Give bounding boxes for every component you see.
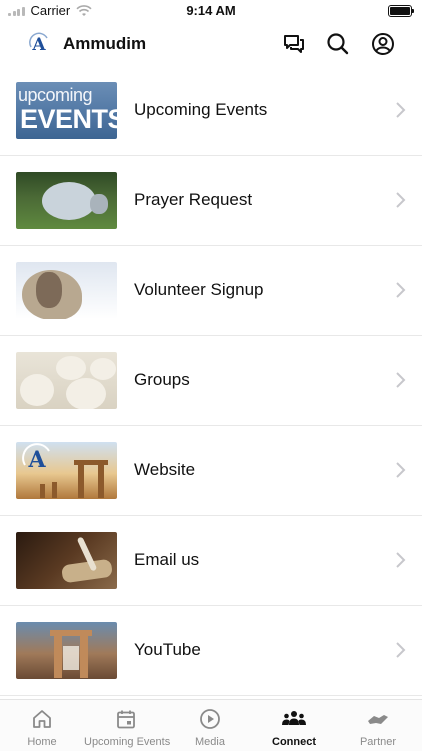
chevron-right-icon <box>396 372 406 388</box>
upcoming-events-thumbnail: upcoming EVENTS <box>16 82 117 139</box>
tab-upcoming-events[interactable]: Upcoming Events <box>84 700 171 751</box>
tab-label: Home <box>27 736 57 748</box>
chevron-right-icon <box>396 552 406 568</box>
logo-letter: A <box>31 35 46 54</box>
list-item-prayer-request[interactable]: Prayer Request <box>0 156 422 246</box>
list-item-website[interactable]: A Website <box>0 426 422 516</box>
list-item-label: Groups <box>134 370 190 389</box>
list-item-label: Email us <box>134 550 200 569</box>
tab-media[interactable]: Media <box>168 700 252 751</box>
thumbnail-text-top: upcoming <box>18 85 93 105</box>
website-logo-letter: A <box>27 447 46 473</box>
battery-icon <box>388 5 414 17</box>
status-bar: Carrier 9:14 AM <box>0 0 422 22</box>
list-item-upcoming-events[interactable]: upcoming EVENTS Upcoming Events <box>0 66 422 156</box>
ammudim-logo: A <box>29 32 48 54</box>
tab-connect[interactable]: Connect <box>252 700 336 751</box>
app-header: A Ammudim <box>0 22 422 66</box>
list-item-label: Upcoming Events <box>134 100 268 119</box>
chevron-right-icon <box>396 462 406 478</box>
list-item-label: Prayer Request <box>134 190 253 209</box>
list-item-label: YouTube <box>134 640 201 659</box>
thumbnail-text-bottom: EVENTS <box>20 104 117 134</box>
app-title: Ammudim <box>63 34 147 53</box>
list-item-email-us[interactable]: Email us <box>0 516 422 606</box>
list-item-label: Website <box>134 460 196 479</box>
email-us-thumbnail <box>16 532 117 589</box>
chat-icon[interactable] <box>281 31 307 57</box>
chevron-right-icon <box>396 102 406 118</box>
tab-home[interactable]: Home <box>0 700 84 751</box>
youtube-thumbnail <box>16 622 117 679</box>
list-item-groups[interactable]: Groups <box>0 336 422 426</box>
tab-label: Media <box>195 736 225 748</box>
chevron-right-icon <box>396 282 406 298</box>
play-circle-icon <box>200 709 220 729</box>
connect-list: upcoming EVENTS Upcoming Events Prayer R… <box>0 66 422 696</box>
account-icon[interactable] <box>370 31 396 57</box>
prayer-request-thumbnail <box>16 172 117 229</box>
tab-label: Upcoming Events <box>84 736 171 748</box>
people-icon <box>282 711 306 725</box>
groups-thumbnail <box>16 352 117 409</box>
chevron-right-icon <box>396 642 406 658</box>
status-time: 9:14 AM <box>186 3 236 18</box>
search-icon[interactable] <box>325 31 351 57</box>
tab-label: Connect <box>272 736 316 748</box>
chevron-right-icon <box>396 192 406 208</box>
tab-label: Partner <box>359 736 397 748</box>
calendar-icon <box>117 710 135 729</box>
volunteer-signup-thumbnail <box>16 262 117 319</box>
home-icon <box>33 710 51 728</box>
tab-partner[interactable]: Partner <box>336 700 420 751</box>
list-item-label: Volunteer Signup <box>134 280 264 299</box>
list-item-volunteer-signup[interactable]: Volunteer Signup <box>0 246 422 336</box>
tab-bar: Home Upcoming Events Media Connect Partn… <box>0 699 422 751</box>
list-item-youtube[interactable]: YouTube <box>0 606 422 696</box>
website-logo: A <box>22 443 50 473</box>
website-thumbnail: A <box>16 442 117 499</box>
handshake-icon <box>368 715 388 724</box>
